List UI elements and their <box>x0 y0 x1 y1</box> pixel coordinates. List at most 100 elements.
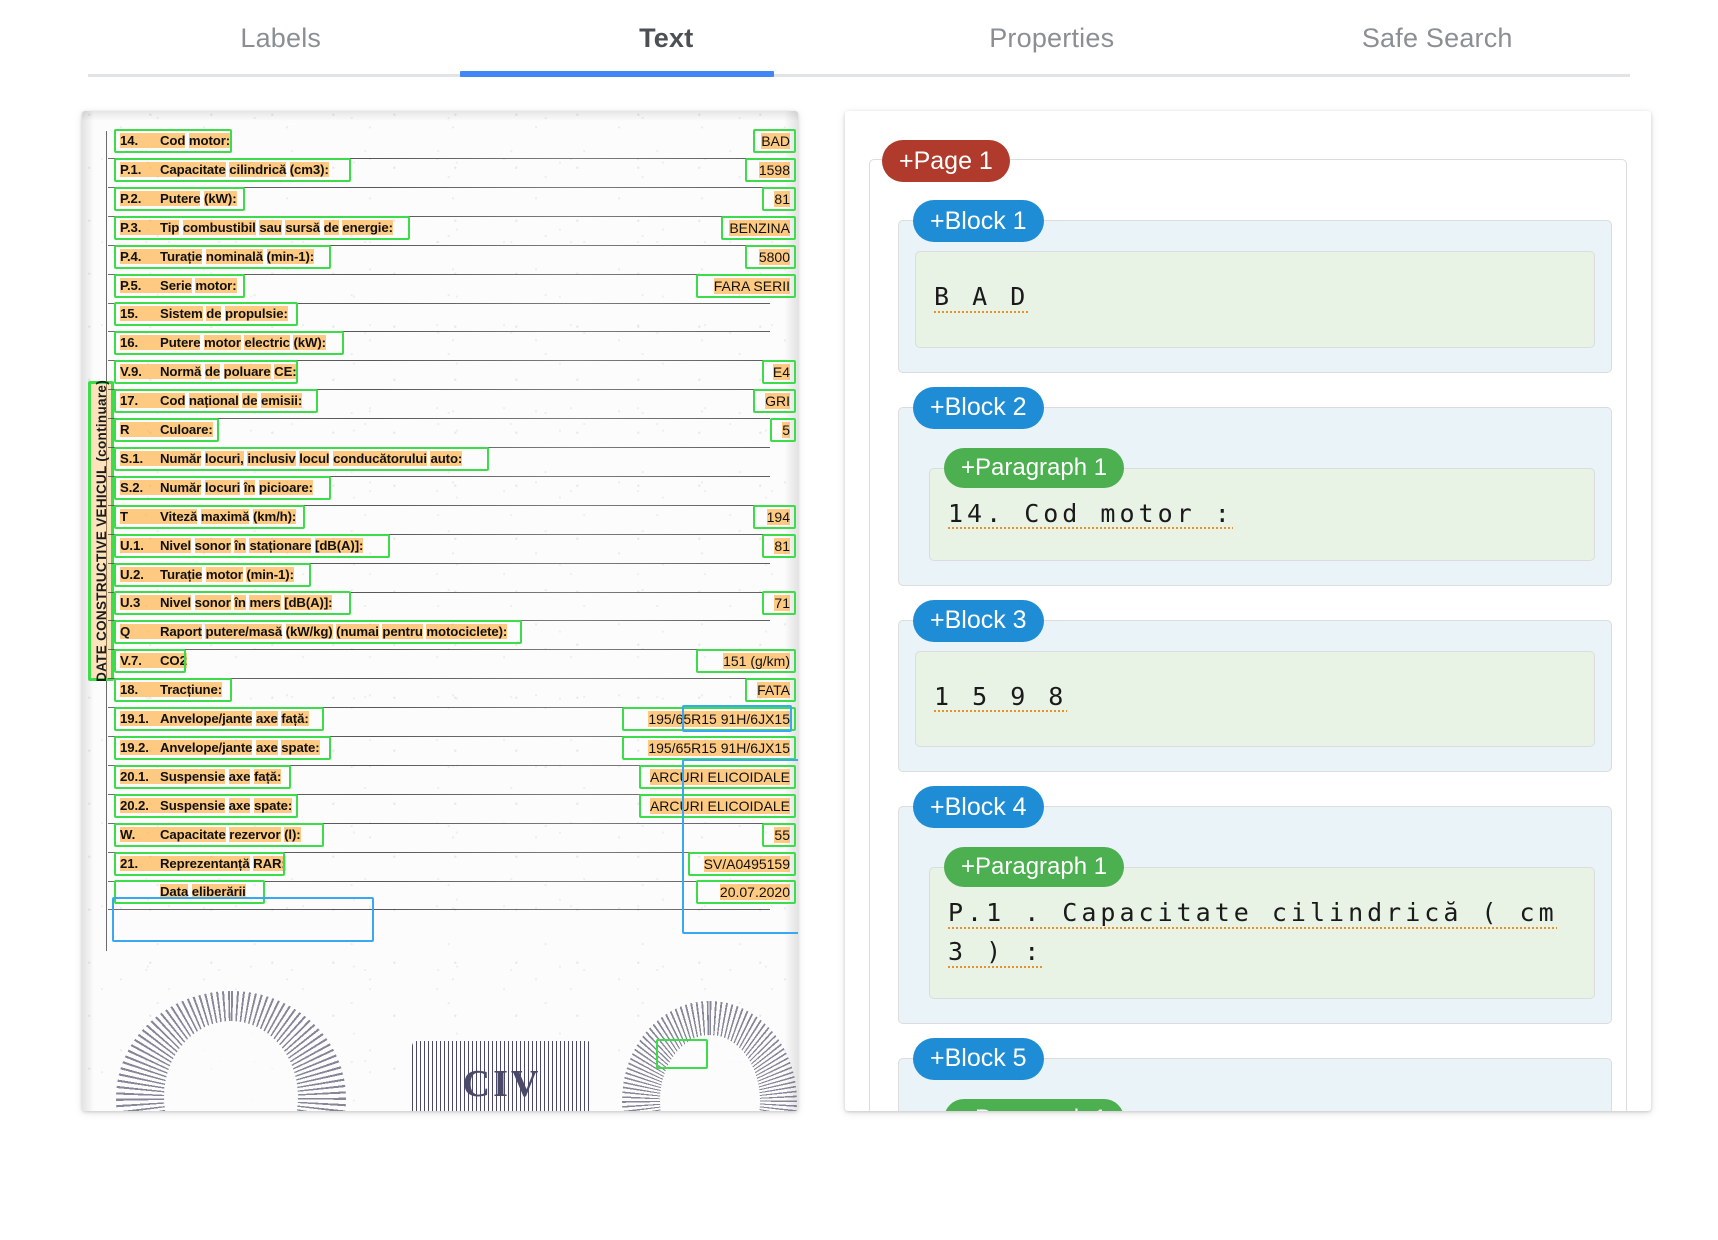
form-row-number: 17. <box>120 393 160 409</box>
form-row-number: 18. <box>120 682 160 698</box>
form-row-rule <box>108 215 770 217</box>
form-label-word: spate: <box>281 739 320 755</box>
form-row-rule <box>108 447 770 448</box>
page-toggle-pill[interactable]: +Page 1 <box>882 140 1010 182</box>
form-label-word: mers <box>249 595 281 611</box>
form-row-rule <box>108 822 770 824</box>
form-label-word: Reprezentanță <box>160 855 250 871</box>
form-row-label: 17. Cod național de emisii: <box>120 393 303 409</box>
form-label-word: Nivel <box>160 537 192 553</box>
form-label-word: combustibil <box>182 219 256 235</box>
form-row-number: U.2. <box>120 566 160 582</box>
form-row-rule <box>108 302 770 304</box>
form-label-word: RAR: <box>253 855 286 871</box>
form-label-word: emisii: <box>261 393 303 409</box>
tab-properties[interactable]: Properties <box>859 0 1245 76</box>
form-label-word: Normă <box>160 364 202 380</box>
form-label-word: Cod <box>160 133 186 148</box>
paragraph-container[interactable]: +Paragraph 1 P.1 . Capacitate cilindrică … <box>929 847 1595 999</box>
paragraph-text-container[interactable]: 1 5 9 8 <box>915 650 1595 748</box>
form-row-number: 14. <box>120 133 160 148</box>
form-value-word: SV/A0495159 <box>703 855 790 872</box>
block-toggle-pill[interactable]: +Block 4 <box>913 786 1044 829</box>
paragraph-toggle-pill[interactable]: +Paragraph 1 <box>944 1098 1125 1111</box>
tab-safe-search[interactable]: Safe Search <box>1245 0 1631 76</box>
block-container[interactable]: +Block 3 1 5 9 8 <box>898 599 1612 773</box>
form-row-value: 81 <box>774 190 790 207</box>
form-row-rule <box>108 707 770 709</box>
security-text: CIV <box>462 1062 542 1105</box>
paragraph-toggle-pill[interactable]: +Paragraph 1 <box>944 447 1125 488</box>
form-row-number: 15. <box>120 306 160 322</box>
tabs-row: Labels Text Properties Safe Search <box>88 0 1630 76</box>
form-row-number: 21. <box>120 855 160 871</box>
form-label-word: cilindrică <box>229 161 287 177</box>
form-row-rule <box>108 764 770 766</box>
form-row-label: P.4. Turație nominală (min-1): <box>120 248 314 264</box>
form-row-label: 20.2. Suspensie axe spate: <box>120 797 292 813</box>
paragraph-text-container[interactable]: B A D <box>915 251 1595 348</box>
form-row-rule <box>108 360 770 362</box>
form-row-number: S.1. <box>120 450 160 466</box>
scan-edge-top <box>82 111 798 121</box>
block-container[interactable]: +Block 5 +Paragraph 1 <box>898 1037 1612 1111</box>
paragraph-container[interactable]: +Paragraph 1 14. Cod motor : <box>929 447 1595 561</box>
form-value-word: 55 <box>774 826 790 843</box>
tab-text[interactable]: Text <box>474 0 860 76</box>
form-label-word: locuri <box>204 479 241 495</box>
tab-labels[interactable]: Labels <box>88 0 474 76</box>
form-row-label: 16. Putere motor electric (kW): <box>120 335 326 351</box>
form-label-word: Capacitate <box>160 161 226 177</box>
form-label-word: Nivel <box>160 595 192 611</box>
form-row-value: 1598 <box>758 161 790 178</box>
form-row-rule <box>108 620 770 622</box>
block-toggle-pill[interactable]: +Block 5 <box>913 1037 1044 1080</box>
form-row-value: ARCURI ELICOIDALE <box>649 768 790 785</box>
form-row-rule <box>108 591 770 593</box>
form-label-word: [dB(A)]: <box>315 537 364 553</box>
form-label-word: motociclete): <box>426 624 508 640</box>
form-label-word: de <box>242 393 258 409</box>
form-value-word: BENZINA <box>729 219 790 236</box>
ocr-results-card[interactable]: +Page 1 +Block 1 B A D +Block 2 +Paragraph … <box>845 111 1651 1111</box>
form-row-number: Q <box>120 624 160 640</box>
form-value-word: ARCURI ELICOIDALE <box>649 768 790 785</box>
form-value-word: E4 <box>772 364 790 381</box>
form-row-value: 20.07.2020 <box>719 884 790 901</box>
form-row-number: R <box>120 422 160 437</box>
form-label-word: maximă <box>200 508 250 524</box>
form-label-word: Suspensie <box>160 768 226 784</box>
form-label-word: Data <box>160 884 189 900</box>
form-row-number: V.7. <box>120 653 160 669</box>
block-container[interactable]: +Block 2 +Paragraph 1 14. Cod motor : <box>898 386 1612 586</box>
form-label-word: motor: <box>195 277 237 293</box>
form-label-word: de <box>204 364 221 380</box>
form-row-rule <box>108 880 770 882</box>
paragraph-toggle-pill[interactable]: +Paragraph 1 <box>944 847 1125 888</box>
document-image-card[interactable]: DATE CONSTRUCTIVE VEHICUL (continuare) 1… <box>82 111 798 1111</box>
block-container[interactable]: +Block 1 B A D <box>898 200 1612 373</box>
form-label-word: poluare <box>223 364 271 380</box>
form-label-word: sau <box>259 219 282 235</box>
form-row-value: E4 <box>772 364 790 381</box>
form-row-label: W. Capacitate rezervor (l): <box>120 826 301 842</box>
form-row-number: 20.1. <box>120 768 160 784</box>
form-label-word: Turație <box>160 248 203 264</box>
form-row-label: V.7. CO2 <box>120 653 187 669</box>
form-value-word: 81 <box>774 190 790 207</box>
form-label-word: Putere <box>160 190 201 206</box>
block-toggle-pill[interactable]: +Block 3 <box>913 599 1044 642</box>
document-side-label: DATE CONSTRUCTIVE VEHICUL (continuare) <box>88 380 114 682</box>
form-row-label: U.1. Nivel sonor în staționare [dB(A)]: <box>120 537 364 553</box>
form-row-rule <box>108 793 770 795</box>
form-row-rule <box>108 736 770 737</box>
block-toggle-pill[interactable]: +Block 2 <box>913 386 1044 429</box>
form-row-rule <box>108 244 770 246</box>
page-container[interactable]: +Page 1 +Block 1 B A D +Block 2 +Paragraph … <box>869 140 1627 1111</box>
block-container[interactable]: +Block 4 +Paragraph 1 P.1 . Capacitate cil… <box>898 786 1612 1024</box>
block-toggle-pill[interactable]: +Block 1 <box>913 200 1044 242</box>
form-label-word: axe <box>228 797 251 813</box>
content-area: DATE CONSTRUCTIVE VEHICUL (continuare) 1… <box>0 79 1718 1240</box>
ocr-text: B A D <box>934 282 1030 311</box>
form-row-rule <box>108 851 770 853</box>
